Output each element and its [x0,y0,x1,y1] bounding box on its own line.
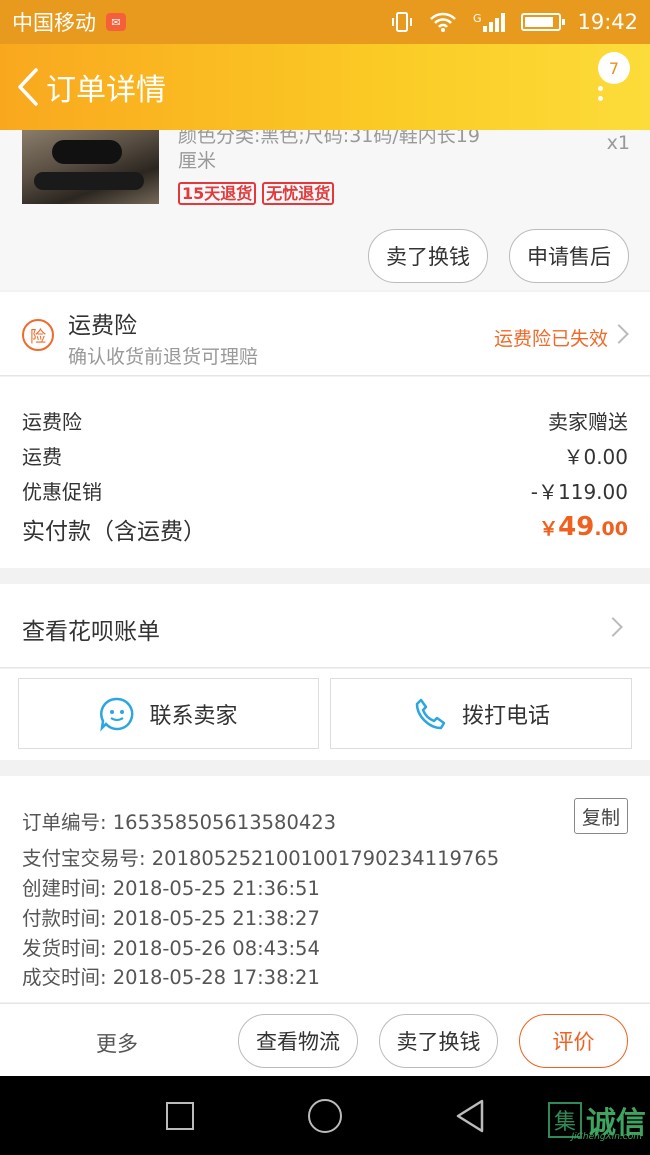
total-decimal: .00 [594,518,628,540]
chevron-right-icon [609,324,629,344]
view-logistics-button[interactable]: 查看物流 [238,1014,358,1068]
shipping-insurance-row[interactable]: 险 运费险 确认收货前退货可理赔 运费险已失效 [0,292,650,376]
phone-icon [415,698,446,729]
page-title: 订单详情 [46,73,166,108]
resell-button[interactable]: 卖了换钱 [368,229,488,283]
message-count-badge: 7 [598,52,630,84]
status-bar: 中国移动 ✉ G 19:42 [0,0,650,44]
service-tags: 15天退货 无忧退货 [178,182,335,205]
call-phone-label: 拨打电话 [461,703,550,729]
insurance-status: 运费险已失效 [493,328,608,350]
total-row: 实付款（含运费） ￥49.00 [22,512,628,546]
vibrate-icon [391,12,412,32]
bottom-action-bar: 更多 查看物流 卖了换钱 评价 [0,1003,650,1076]
tag-worry-free-return: 无忧退货 [262,182,335,205]
product-quantity: x1 [606,132,630,154]
fee-value: ￥0.00 [563,445,628,469]
home-icon[interactable] [308,1099,342,1133]
contact-section: 联系卖家 拨打电话 [0,669,650,760]
call-phone-button[interactable]: 拨打电话 [330,678,632,749]
back-triangle-icon[interactable] [454,1098,486,1134]
alipay-trade-number: 支付宝交易号: 2018052521001001790234119765 [22,847,500,870]
tag-15-day-return: 15天退货 [178,182,257,205]
insurance-icon: 险 [22,319,54,351]
order-info: 订单编号: 1653585056135804​23 复制 支付宝交易号: 201… [0,776,650,1002]
fee-label: 运费 [22,445,62,469]
shipped-time: 发货时间: 2018-05-26 08:43:54 [22,937,320,960]
product-spec: 颜色分类:黑色;尺码:31码/鞋内长19厘米 [178,125,480,172]
contact-seller-label: 联系卖家 [149,703,238,729]
mail-notification-icon: ✉ [106,13,126,31]
fee-row: 运费 ￥0.00 [22,441,628,470]
total-label: 实付款（含运费） [22,519,206,545]
system-nav-bar: 集 诚信 JiChengXin.com [0,1076,650,1155]
battery-icon [521,13,566,31]
signal-icon: G [473,12,506,32]
product-section: 颜色分类:黑色;尺码:31码/鞋内长19厘米 x1 15天退货 无忧退货 卖了换… [0,125,650,290]
huabei-bill-row[interactable]: 查看花呗账单 [0,584,650,668]
more-menu-button[interactable]: 7 [590,52,630,112]
product-image[interactable] [22,130,159,204]
review-button[interactable]: 评价 [519,1014,628,1068]
watermark-url: JiChengXin.com [571,1132,642,1142]
carrier-name: 中国移动 [12,11,96,35]
huabei-label: 查看花呗账单 [22,619,160,645]
fee-label: 优惠促销 [22,480,102,504]
resell-button-bottom[interactable]: 卖了换钱 [379,1014,498,1068]
fee-value: 卖家赠送 [548,410,628,434]
total-currency: ￥ [539,518,559,540]
after-sales-button[interactable]: 申请售后 [509,229,629,283]
recent-apps-icon[interactable] [166,1102,194,1130]
fee-row: 运费险 卖家赠送 [22,406,628,435]
paid-time: 付款时间: 2018-05-25 21:38:27 [22,907,320,930]
wifi-icon [430,12,456,32]
more-dots-icon [598,86,603,101]
fee-row: 优惠促销 -￥119.00 [22,476,628,505]
created-time: 创建时间: 2018-05-25 21:36:51 [22,877,320,900]
app-header: 订单详情 7 [0,44,650,130]
fee-summary: 运费险 卖家赠送 运费 ￥0.00 优惠促销 -￥119.00 实付款（含运费）… [0,377,650,568]
completed-time: 成交时间: 2018-05-28 17:38:21 [22,966,320,989]
fee-label: 运费险 [22,410,82,434]
status-icons: G 19:42 [391,10,638,34]
copy-button[interactable]: 复制 [574,798,628,834]
back-icon[interactable] [10,65,46,109]
order-number: 订单编号: 1653585056135804​23 [22,811,337,834]
chat-bubble-icon [100,697,134,732]
insurance-title: 运费险 [68,313,137,339]
total-amount: ￥49.00 [539,512,628,546]
contact-seller-button[interactable]: 联系卖家 [18,678,319,749]
clock: 19:42 [577,10,638,34]
chevron-right-icon [603,617,623,637]
network-type: G [472,12,482,25]
total-integer: 49 [558,512,595,542]
insurance-subtitle: 确认收货前退货可理赔 [68,346,259,368]
carrier-group: 中国移动 ✉ [12,7,126,37]
more-button[interactable]: 更多 [96,1028,138,1058]
fee-value: -￥119.00 [530,480,628,504]
